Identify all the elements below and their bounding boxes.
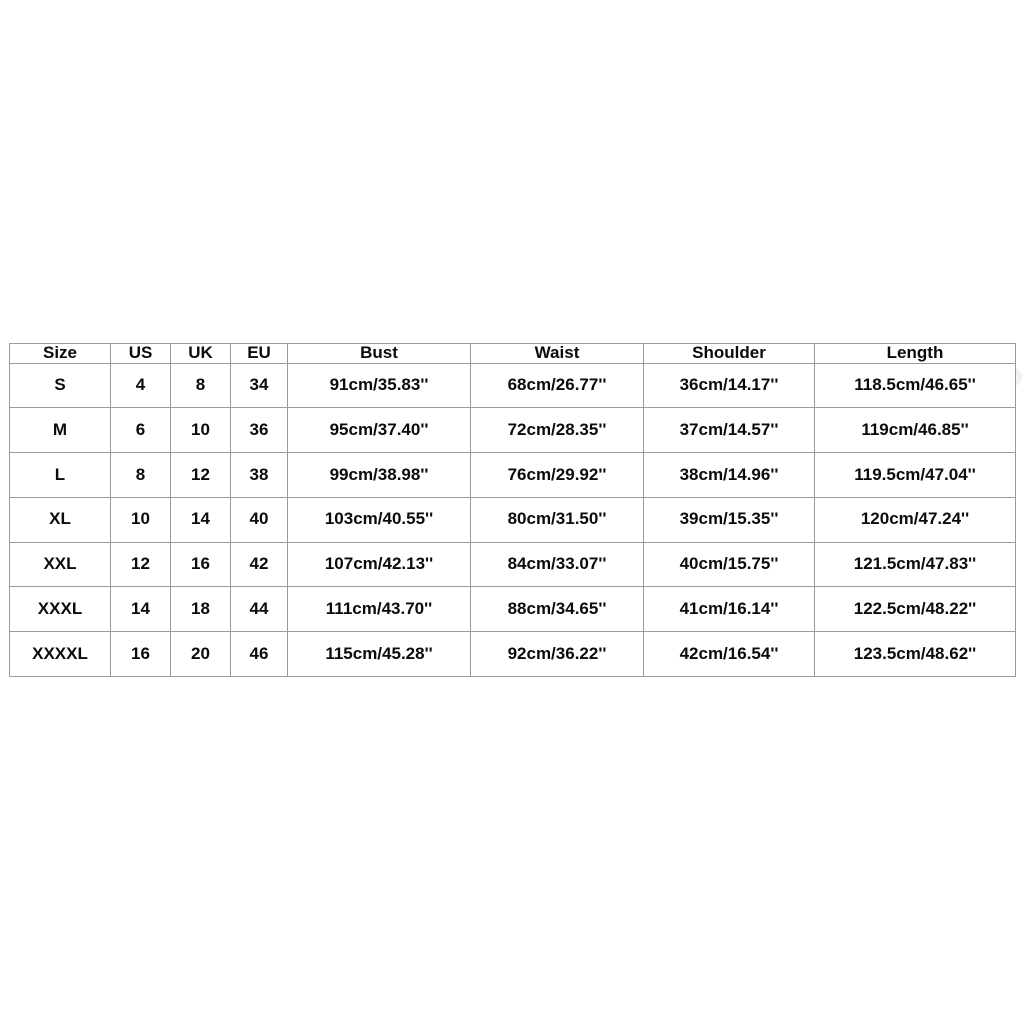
- cell-bust: 115cm/45.28'': [287, 631, 471, 677]
- table-row: M 6 10 36 95cm/37.40'' 72cm/28.35'' 37cm…: [9, 407, 1016, 454]
- size-chart-container: Size US UK EU Bust Waist Shoulder Length…: [9, 343, 1016, 677]
- cell-waist: 88cm/34.65'': [470, 586, 644, 633]
- cell-us: 16: [110, 631, 171, 677]
- cell-shoulder: 39cm/15.35'': [643, 496, 815, 543]
- cell-shoulder: 38cm/14.96'': [643, 452, 815, 498]
- cell-bust: 99cm/38.98'': [287, 452, 471, 498]
- cell-size: XXL: [9, 541, 111, 588]
- table-header: Size US UK EU Bust Waist Shoulder Length: [9, 343, 1016, 364]
- cell-bust: 103cm/40.55'': [287, 496, 471, 543]
- cell-uk: 8: [170, 362, 231, 409]
- cell-waist: 84cm/33.07'': [470, 541, 644, 588]
- cell-us: 4: [110, 362, 171, 409]
- cell-eu: 44: [230, 586, 288, 633]
- table-row: XXXXL 16 20 46 115cm/45.28'' 92cm/36.22'…: [9, 631, 1016, 677]
- cell-bust: 107cm/42.13'': [287, 541, 471, 588]
- cell-length: 120cm/47.24'': [814, 496, 1016, 543]
- cell-length: 118.5cm/46.65'': [814, 362, 1016, 409]
- cell-bust: 91cm/35.83'': [287, 362, 471, 409]
- table-header-row: Size US UK EU Bust Waist Shoulder Length: [9, 343, 1016, 364]
- cell-eu: 36: [230, 407, 288, 454]
- cell-waist: 68cm/26.77'': [470, 362, 644, 409]
- table-row: XXL 12 16 42 107cm/42.13'' 84cm/33.07'' …: [9, 541, 1016, 588]
- cell-uk: 16: [170, 541, 231, 588]
- table-row: L 8 12 38 99cm/38.98'' 76cm/29.92'' 38cm…: [9, 452, 1016, 498]
- cell-length: 123.5cm/48.62'': [814, 631, 1016, 677]
- garment-size-chart: Size US UK EU Bust Waist Shoulder Length…: [9, 343, 1016, 677]
- cell-us: 14: [110, 586, 171, 633]
- cell-size: L: [9, 452, 111, 498]
- cell-waist: 80cm/31.50'': [470, 496, 644, 543]
- column-header-waist: Waist: [470, 343, 644, 364]
- cell-shoulder: 40cm/15.75'': [643, 541, 815, 588]
- cell-uk: 18: [170, 586, 231, 633]
- cell-length: 119cm/46.85'': [814, 407, 1016, 454]
- table-body: S 4 8 34 91cm/35.83'' 68cm/26.77'' 36cm/…: [9, 362, 1016, 677]
- cell-us: 8: [110, 452, 171, 498]
- cell-waist: 72cm/28.35'': [470, 407, 644, 454]
- cell-bust: 95cm/37.40'': [287, 407, 471, 454]
- cell-uk: 12: [170, 452, 231, 498]
- cell-size: XL: [9, 496, 111, 543]
- cell-size: M: [9, 407, 111, 454]
- table-row: XXXL 14 18 44 111cm/43.70'' 88cm/34.65''…: [9, 586, 1016, 633]
- cell-shoulder: 41cm/16.14'': [643, 586, 815, 633]
- cell-bust: 111cm/43.70'': [287, 586, 471, 633]
- cell-shoulder: 42cm/16.54'': [643, 631, 815, 677]
- cell-uk: 14: [170, 496, 231, 543]
- cell-us: 6: [110, 407, 171, 454]
- column-header-uk: UK: [170, 343, 231, 364]
- cell-eu: 38: [230, 452, 288, 498]
- table-row: S 4 8 34 91cm/35.83'' 68cm/26.77'' 36cm/…: [9, 362, 1016, 409]
- cell-uk: 20: [170, 631, 231, 677]
- column-header-us: US: [110, 343, 171, 364]
- column-header-shoulder: Shoulder: [643, 343, 815, 364]
- cell-us: 12: [110, 541, 171, 588]
- table-row: XL 10 14 40 103cm/40.55'' 80cm/31.50'' 3…: [9, 496, 1016, 543]
- cell-eu: 46: [230, 631, 288, 677]
- column-header-length: Length: [814, 343, 1016, 364]
- cell-waist: 92cm/36.22'': [470, 631, 644, 677]
- cell-shoulder: 37cm/14.57'': [643, 407, 815, 454]
- cell-eu: 34: [230, 362, 288, 409]
- cell-shoulder: 36cm/14.17'': [643, 362, 815, 409]
- cell-size: XXXXL: [9, 631, 111, 677]
- column-header-size: Size: [9, 343, 111, 364]
- cell-us: 10: [110, 496, 171, 543]
- cell-waist: 76cm/29.92'': [470, 452, 644, 498]
- column-header-eu: EU: [230, 343, 288, 364]
- cell-length: 119.5cm/47.04'': [814, 452, 1016, 498]
- cell-length: 122.5cm/48.22'': [814, 586, 1016, 633]
- cell-eu: 40: [230, 496, 288, 543]
- cell-uk: 10: [170, 407, 231, 454]
- cell-length: 121.5cm/47.83'': [814, 541, 1016, 588]
- column-header-bust: Bust: [287, 343, 471, 364]
- cell-size: XXXL: [9, 586, 111, 633]
- cell-eu: 42: [230, 541, 288, 588]
- cell-size: S: [9, 362, 111, 409]
